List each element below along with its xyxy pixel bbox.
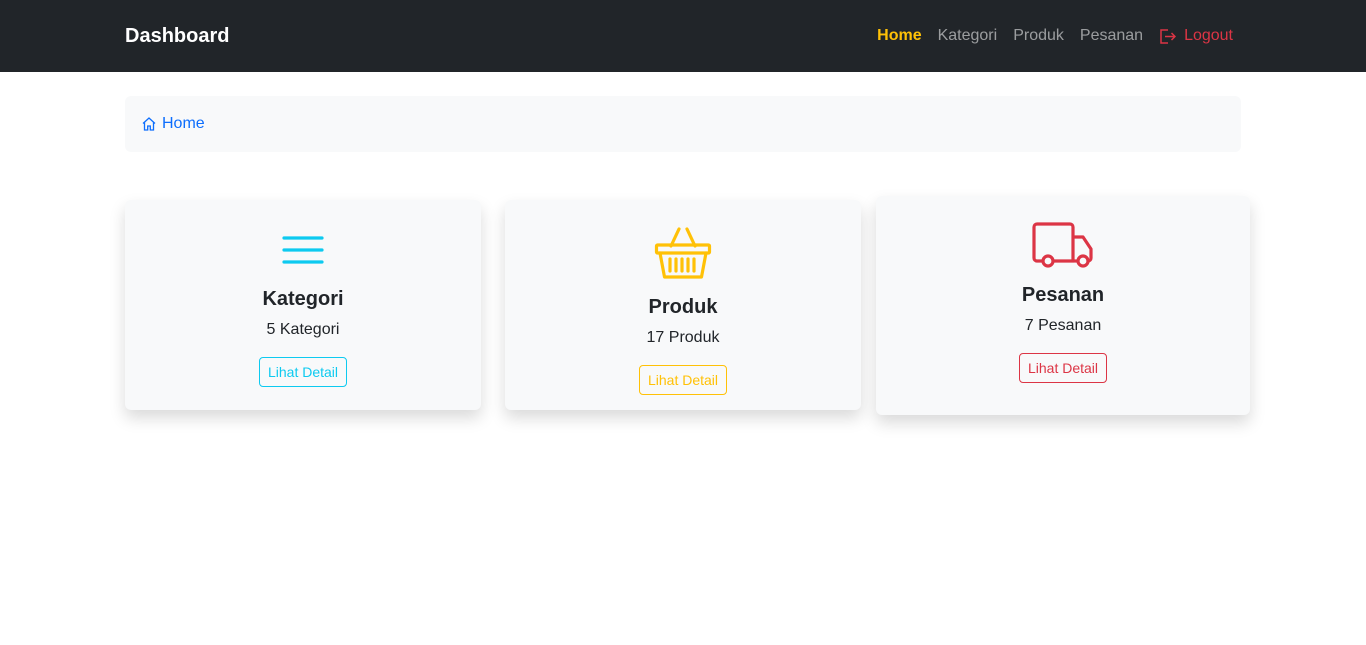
card-title: Pesanan bbox=[1021, 284, 1105, 306]
breadcrumb-home-label: Home bbox=[162, 115, 205, 132]
produk-detail-button[interactable]: Lihat Detail bbox=[638, 365, 728, 395]
card-title: Kategori bbox=[262, 288, 344, 310]
brand[interactable]: Dashboard bbox=[125, 25, 229, 48]
list-icon bbox=[279, 226, 327, 274]
nav-links: Home Kategori Produk Pesanan Logout bbox=[877, 27, 1241, 45]
breadcrumb: Home bbox=[125, 96, 1241, 152]
card-count: 7 Pesanan bbox=[1024, 317, 1102, 334]
navbar: Dashboard Home Kategori Produk Pesanan L… bbox=[0, 0, 1366, 72]
nav-produk[interactable]: Produk bbox=[1013, 27, 1064, 45]
card-count: 17 Produk bbox=[646, 329, 720, 346]
logout-link[interactable]: Logout bbox=[1159, 27, 1233, 45]
kategori-detail-button[interactable]: Lihat Detail bbox=[258, 357, 348, 387]
card-count: 5 Kategori bbox=[266, 321, 340, 338]
home-icon bbox=[142, 117, 156, 131]
truck-icon bbox=[1032, 222, 1094, 270]
card-produk: Produk 17 Produk Lihat Detail bbox=[505, 200, 861, 410]
card-kategori: Kategori 5 Kategori Lihat Detail bbox=[125, 200, 481, 410]
breadcrumb-home[interactable]: Home bbox=[141, 115, 205, 133]
card-pesanan: Pesanan 7 Pesanan Lihat Detail bbox=[876, 196, 1250, 415]
basket-icon bbox=[654, 226, 712, 282]
card-title: Produk bbox=[648, 296, 718, 318]
pesanan-detail-button[interactable]: Lihat Detail bbox=[1018, 353, 1108, 383]
nav-home[interactable]: Home bbox=[877, 27, 921, 45]
nav-kategori[interactable]: Kategori bbox=[938, 27, 998, 45]
logout-label: Logout bbox=[1184, 27, 1233, 44]
logout-icon bbox=[1160, 28, 1177, 44]
nav-pesanan[interactable]: Pesanan bbox=[1080, 27, 1143, 45]
